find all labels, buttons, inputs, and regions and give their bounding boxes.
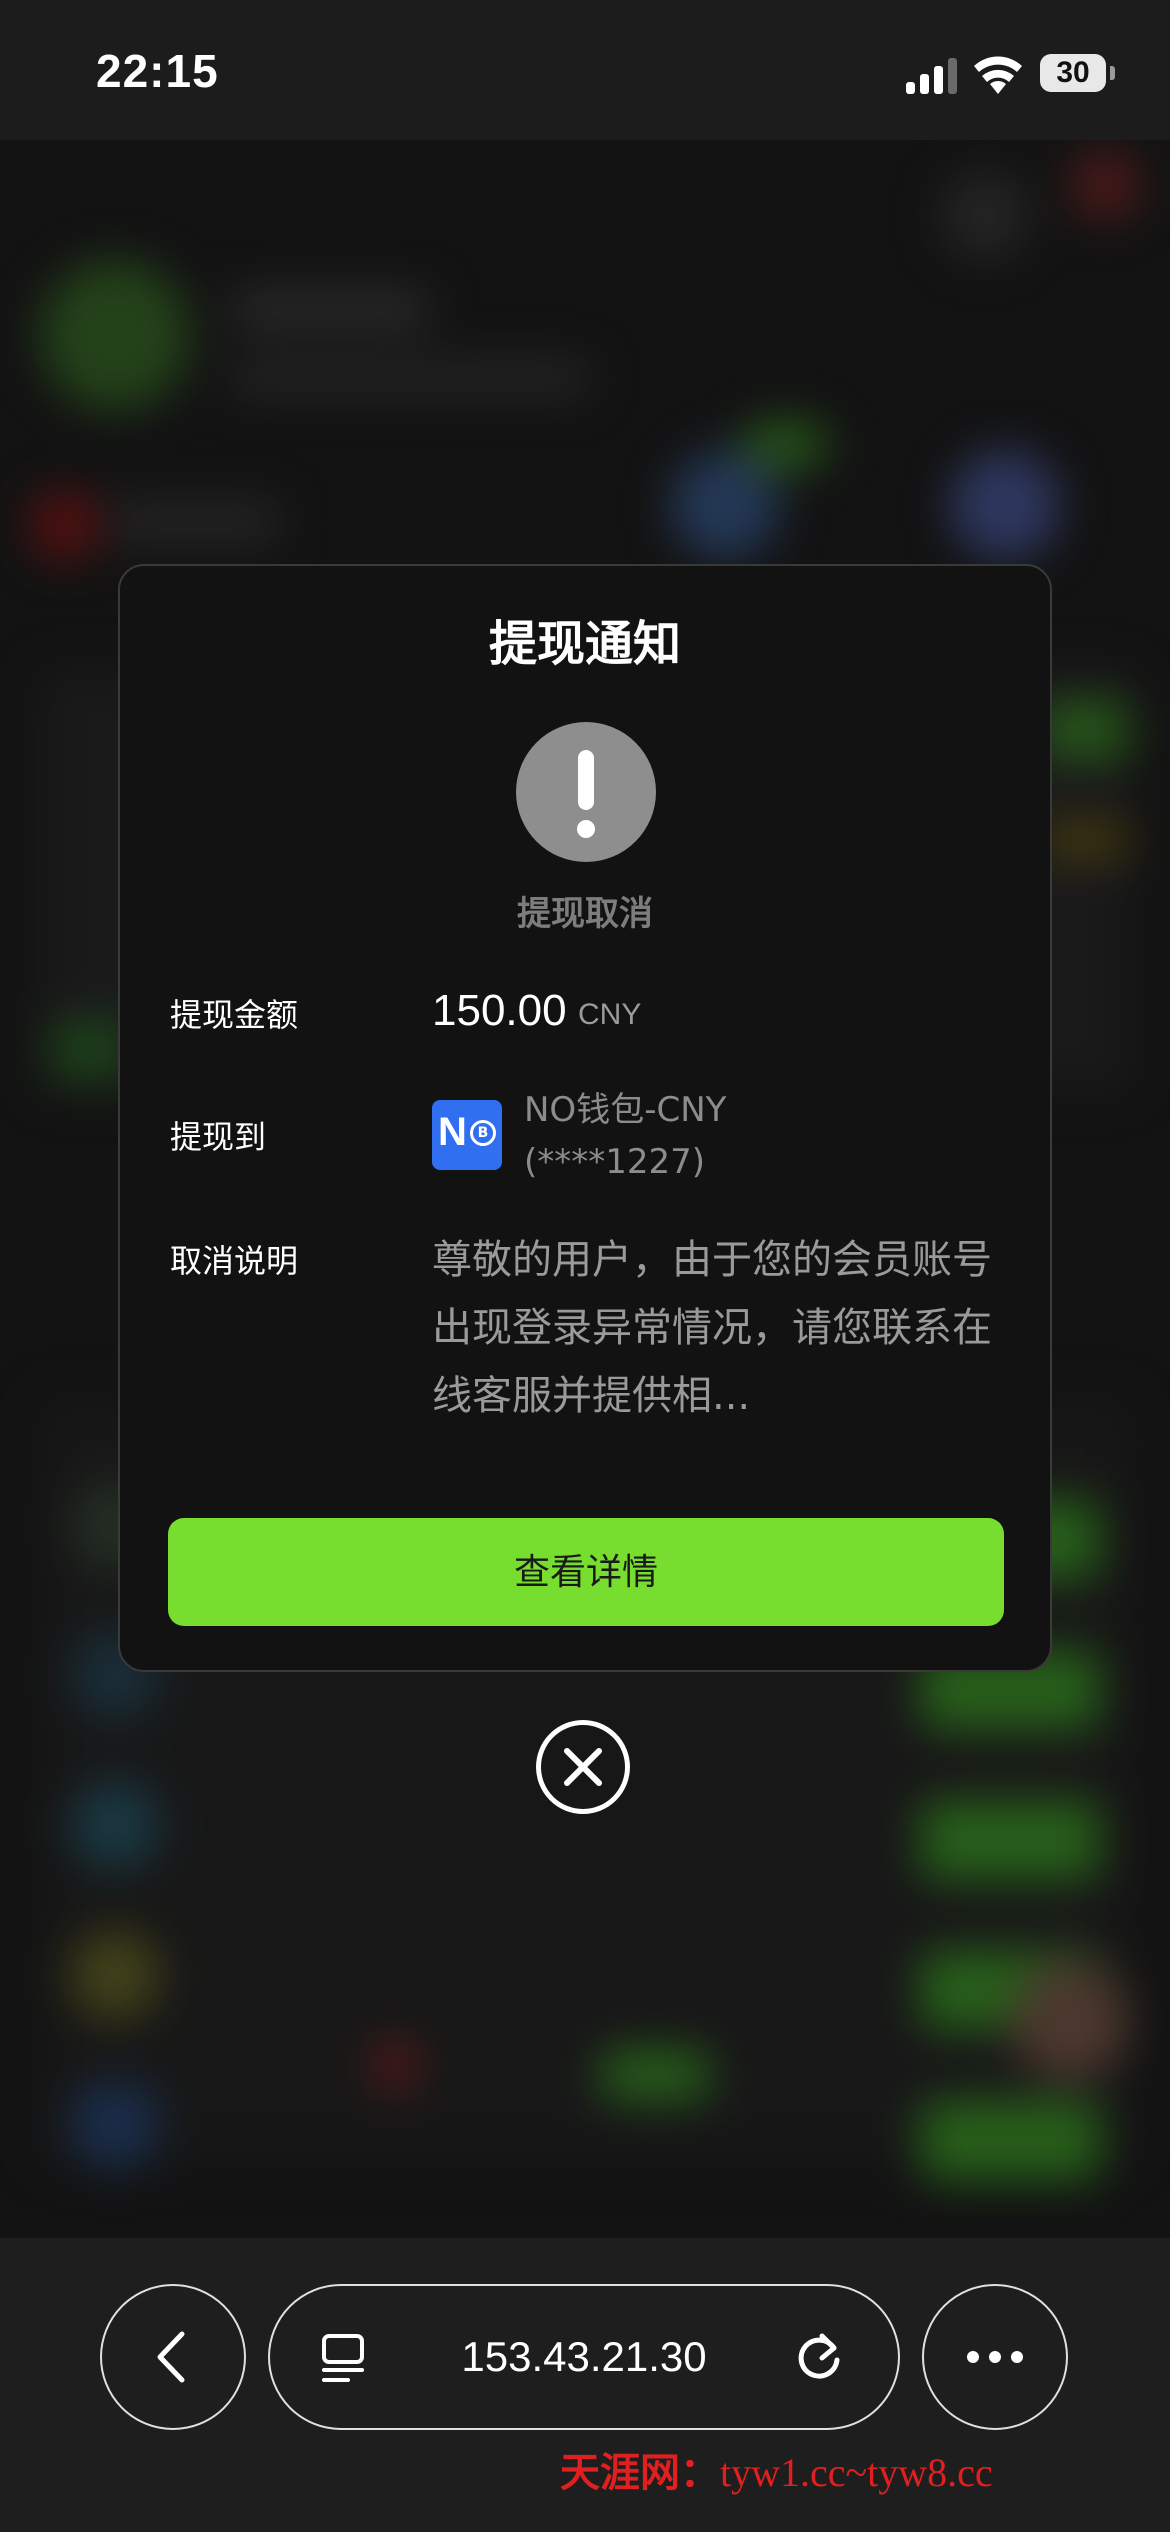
- wallet-logo-icon: N B: [432, 1100, 502, 1170]
- amount-label: 提现金额: [170, 996, 299, 1034]
- wifi-icon: [974, 56, 1022, 94]
- back-button[interactable]: [100, 2284, 246, 2430]
- dialog-title: 提现通知: [488, 616, 681, 672]
- battery-nub: [1110, 66, 1115, 80]
- destination-label: 提现到: [170, 1118, 267, 1156]
- amount-currency: CNY: [578, 998, 642, 1031]
- more-dots-icon: [967, 2351, 1023, 2363]
- close-dialog-button[interactable]: [536, 1720, 630, 1814]
- cancel-reason-label: 取消说明: [170, 1242, 299, 1280]
- status-time: 22:15: [96, 45, 219, 97]
- wallet-name: NO钱包-CNY: [524, 1090, 727, 1130]
- address-bar[interactable]: 153.43.21.30: [268, 2284, 900, 2430]
- chevron-left-icon: [157, 2331, 185, 2383]
- more-options-button[interactable]: [922, 2284, 1068, 2430]
- cellular-signal-icon: [906, 58, 957, 94]
- reload-icon[interactable]: [790, 2328, 848, 2386]
- withdrawal-notice-dialog: 提现通知 提现取消 提现金额 150.00 CNY 提现到 N B NO钱包-C…: [118, 564, 1052, 1672]
- wallet-account: (****1227): [524, 1142, 706, 1182]
- status-bar: 22:15 30: [0, 0, 1170, 140]
- battery-icon: 30: [1040, 54, 1106, 92]
- cancel-reason-text: 尊敬的用户，由于您的会员账号出现登录异常情况，请您联系在线客服并提供相...: [432, 1237, 992, 1419]
- site-watermark: 天涯网：tyw1.cc~tyw8.cc: [560, 2450, 993, 2495]
- amount-value: 150.00: [432, 986, 567, 1035]
- close-icon: [564, 1748, 602, 1786]
- view-details-button[interactable]: 查看详情: [168, 1518, 1004, 1626]
- withdrawal-status: 提现取消: [517, 894, 653, 934]
- exclamation-icon: [516, 722, 656, 862]
